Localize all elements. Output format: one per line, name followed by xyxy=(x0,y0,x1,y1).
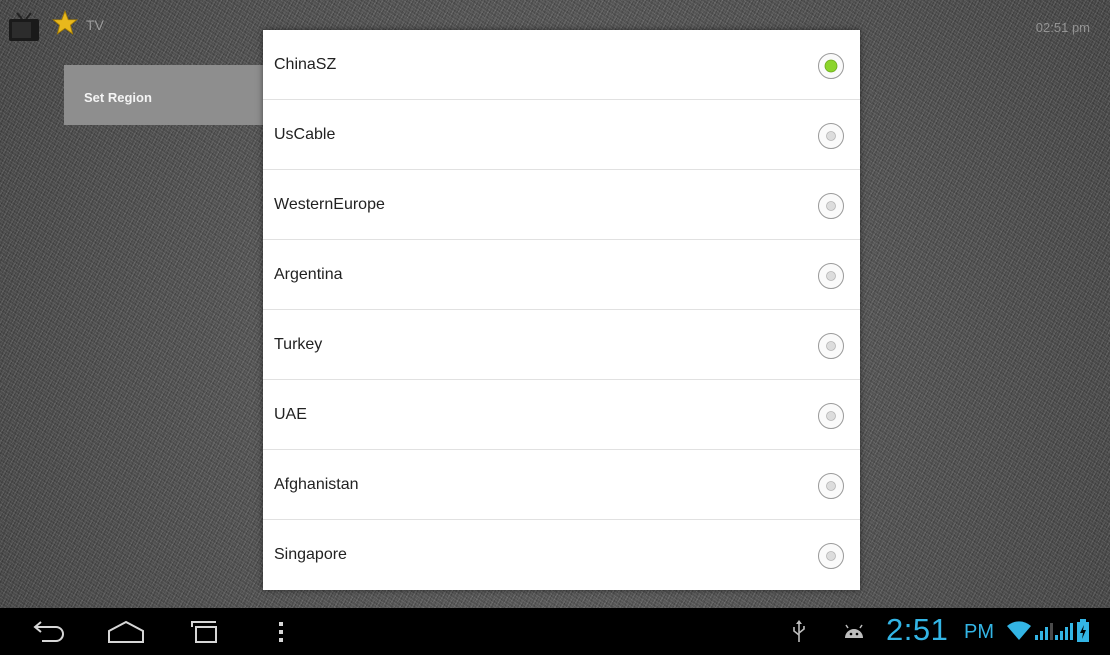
region-option[interactable]: WesternEurope xyxy=(263,170,860,240)
app-clock: 02:51 pm xyxy=(1035,20,1090,35)
radio-unselected-icon[interactable] xyxy=(817,332,845,360)
signal-icon xyxy=(1035,623,1053,640)
region-option[interactable]: Singapore xyxy=(263,520,860,590)
radio-unselected-icon[interactable] xyxy=(817,472,845,500)
region-option-label: ChinaSZ xyxy=(274,56,337,73)
usb-icon xyxy=(793,620,805,642)
home-icon[interactable] xyxy=(106,618,146,646)
radio-selected-icon[interactable] xyxy=(817,52,845,80)
menu-item-set-region[interactable]: Set Region xyxy=(64,65,264,125)
tv-icon[interactable] xyxy=(8,12,40,42)
radio-unselected-icon[interactable] xyxy=(817,262,845,290)
region-option-label: WesternEurope xyxy=(274,196,385,213)
recents-icon[interactable] xyxy=(186,618,222,646)
system-clock-ampm: PM xyxy=(964,621,994,643)
region-dialog: ChinaSZ UsCable WesternEurope Argentina … xyxy=(263,30,860,590)
star-icon[interactable] xyxy=(52,10,78,36)
signal-icon xyxy=(1055,623,1073,640)
back-icon[interactable] xyxy=(30,618,66,646)
region-option-label: UAE xyxy=(274,406,307,423)
region-option[interactable]: Afghanistan xyxy=(263,450,860,520)
wifi-icon xyxy=(1007,621,1031,640)
overflow-menu-icon[interactable] xyxy=(276,618,286,646)
region-option-label: Singapore xyxy=(274,546,347,563)
region-option-label: Argentina xyxy=(274,266,343,283)
region-option[interactable]: Argentina xyxy=(263,240,860,310)
region-option[interactable]: UsCable xyxy=(263,100,860,170)
menu-item-label: Set Region xyxy=(84,90,152,105)
region-option-label: Turkey xyxy=(274,336,323,353)
app-title: TV xyxy=(86,17,104,33)
android-debug-icon xyxy=(845,624,863,638)
radio-unselected-icon[interactable] xyxy=(817,122,845,150)
region-option-label: UsCable xyxy=(274,126,336,143)
radio-unselected-icon[interactable] xyxy=(817,192,845,220)
radio-unselected-icon[interactable] xyxy=(817,402,845,430)
region-option[interactable]: ChinaSZ xyxy=(263,30,860,100)
region-option[interactable]: Turkey xyxy=(263,310,860,380)
region-option[interactable]: UAE xyxy=(263,380,860,450)
battery-icon xyxy=(1077,619,1089,642)
region-option-label: Afghanistan xyxy=(274,476,359,493)
system-clock: 2:51 xyxy=(886,612,949,647)
radio-unselected-icon[interactable] xyxy=(817,542,845,570)
system-nav-bar: 2:51 PM xyxy=(0,608,1110,655)
